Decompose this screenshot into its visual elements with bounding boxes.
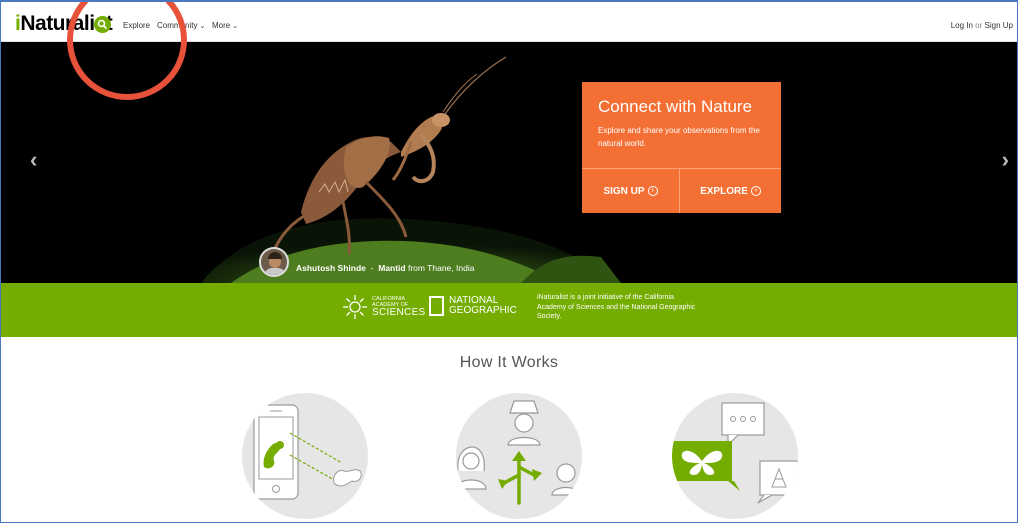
signup-link[interactable]: Sign Up — [985, 21, 1013, 30]
california-academy-logo-icon — [343, 295, 367, 319]
california-academy-wordmark[interactable]: CALIFORNIA ACADEMY OF SCIENCES — [372, 296, 426, 318]
photographer-name[interactable]: Ashutosh Shinde — [296, 263, 366, 273]
partners-bar: CALIFORNIA ACADEMY OF SCIENCES NATIONAL … — [1, 283, 1017, 337]
observation-location: from Thane, India — [407, 263, 475, 273]
connect-with-nature-panel: Connect with Nature Explore and share yo… — [582, 82, 781, 213]
carousel-next-arrow-icon[interactable]: › — [1002, 147, 1009, 173]
chevron-down-icon: ⌄ — [232, 23, 239, 30]
circle-arrow-right-icon: › — [647, 186, 658, 196]
step-record-observation — [242, 393, 368, 519]
nav-more-dropdown[interactable]: More ⌄ — [212, 21, 238, 30]
butterfly-chat-icon — [672, 402, 798, 504]
cta-explore-button[interactable]: EXPLORE › — [680, 169, 781, 213]
auth-links: Log In or Sign Up — [951, 21, 1013, 30]
login-link[interactable]: Log In — [951, 21, 973, 30]
cta-signup-button[interactable]: SIGN UP › — [582, 169, 679, 213]
browser-viewport: iNaturalist Explore Community ⌄ More ⌄ Log… — [0, 0, 1018, 523]
carousel-prev-arrow-icon[interactable]: ‹ — [30, 147, 37, 173]
national-geographic-logo-icon — [429, 296, 444, 316]
cta-title: Connect with Nature — [598, 97, 753, 116]
people-share-icon — [456, 400, 581, 505]
login-or-text: or — [975, 21, 983, 30]
photo-credit: Ashutosh Shinde - Mantid from Thane, Ind… — [259, 247, 474, 277]
chevron-down-icon: ⌄ — [199, 23, 206, 30]
circle-arrow-right-icon: › — [750, 186, 761, 196]
species-name[interactable]: Mantid — [378, 263, 405, 273]
photo-credit-text: Ashutosh Shinde - Mantid from Thane, Ind… — [296, 263, 475, 273]
cta-description: Explore and share your observations from… — [598, 126, 760, 148]
caterpillar-phone-icon — [253, 404, 362, 500]
how-it-works-heading: How It Works — [459, 354, 559, 371]
step-discuss-identify — [672, 393, 798, 519]
step-share-community — [456, 393, 582, 519]
partnership-description: iNaturalist is a joint initiative of the… — [537, 294, 696, 320]
photographer-avatar[interactable] — [259, 247, 289, 277]
national-geographic-wordmark[interactable]: NATIONAL GEOGRAPHIC — [449, 296, 517, 316]
